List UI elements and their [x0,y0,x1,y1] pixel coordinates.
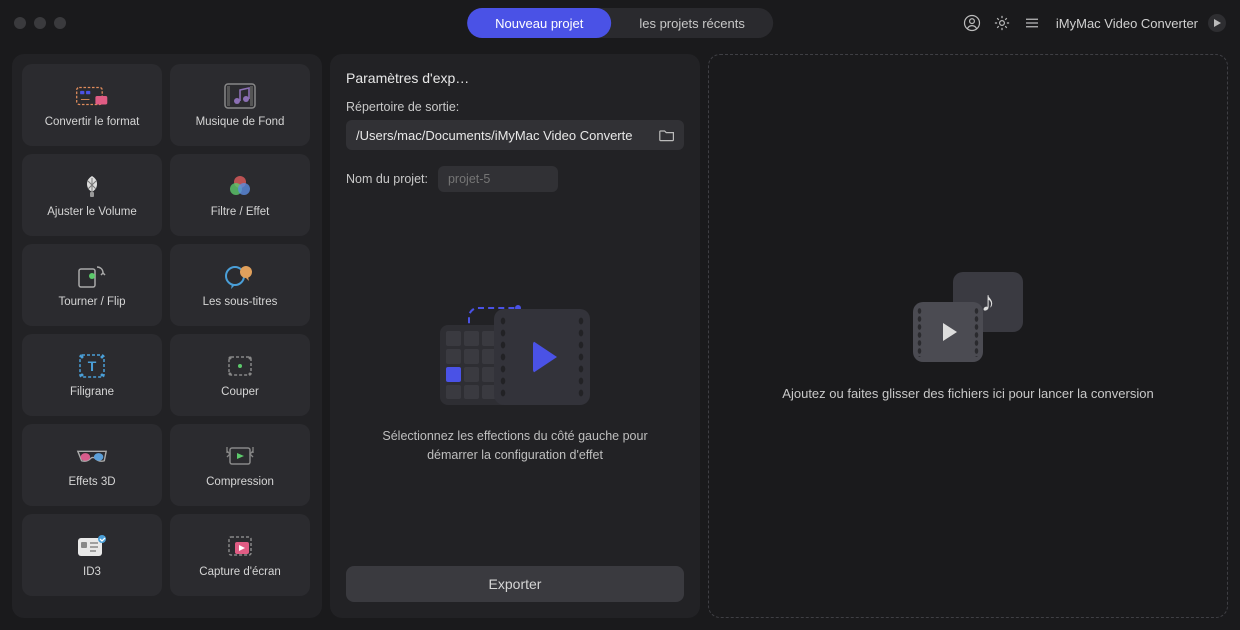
tool-id3[interactable]: ID3 [22,514,162,596]
compression-icon [223,442,257,470]
tool-label: Compression [206,476,274,488]
window-controls [14,17,66,29]
tool-label: Filigrane [70,386,114,398]
music-note-icon: ♪ [981,286,995,318]
output-dir-field[interactable]: /Users/mac/Documents/iMyMac Video Conver… [346,120,684,150]
dropzone-illustration: ♪ [913,272,1023,362]
close-dot[interactable] [14,17,26,29]
project-name-label: Nom du projet: [346,172,428,186]
convert-format-icon [75,82,109,110]
section-title: Paramètres d'exp… [346,70,684,86]
screenshot-icon [223,532,257,560]
play-icon [533,341,557,373]
project-tabs: Nouveau projet les projets récents [467,8,773,38]
output-dir-value: /Users/mac/Documents/iMyMac Video Conver… [356,128,656,143]
menu-icon[interactable] [1022,13,1042,33]
tool-adjust-volume[interactable]: Ajuster le Volume [22,154,162,236]
tool-3d-effects[interactable]: Effets 3D [22,424,162,506]
account-icon[interactable] [962,13,982,33]
tool-label: Effets 3D [68,476,115,488]
tool-label: ID3 [83,566,101,578]
tool-background-music[interactable]: Musique de Fond [170,64,310,146]
tool-label: Ajuster le Volume [47,206,137,218]
tool-label: Couper [221,386,259,398]
tools-sidebar: Convertir le format Musique de Fond Ajus… [12,54,322,618]
output-dir-label: Répertoire de sortie: [346,100,684,114]
project-name-input[interactable] [438,166,558,192]
tool-label: Musique de Fond [196,116,285,128]
gear-icon[interactable] [992,13,1012,33]
watermark-icon: T [75,352,109,380]
tool-label: Convertir le format [45,116,140,128]
export-params-panel: Paramètres d'exp… Répertoire de sortie: … [330,54,700,618]
svg-text:T: T [88,358,97,374]
filter-icon [223,172,257,200]
rotate-icon [75,262,109,290]
app-logo-icon [1208,14,1226,32]
minimize-dot[interactable] [34,17,46,29]
tool-compression[interactable]: Compression [170,424,310,506]
tool-convert-format[interactable]: Convertir le format [22,64,162,146]
tool-label: Tourner / Flip [58,296,125,308]
music-icon [223,82,257,110]
file-dropzone[interactable]: ♪ Ajoutez ou faites glisser des fichiers… [708,54,1228,618]
tool-rotate-flip[interactable]: Tourner / Flip [22,244,162,326]
dropzone-hint: Ajoutez ou faites glisser des fichiers i… [752,386,1183,401]
titlebar: Nouveau projet les projets récents iMyMa… [0,0,1240,46]
app-title: iMyMac Video Converter [1056,16,1198,31]
volume-icon [75,172,109,200]
play-icon [943,323,957,341]
tool-label: Les sous-titres [203,296,278,308]
tool-screenshot[interactable]: Capture d'écran [170,514,310,596]
tab-recent-projects[interactable]: les projets récents [611,8,773,38]
subtitles-icon [223,262,257,290]
effect-config-illustration [440,303,590,413]
browse-folder-icon[interactable] [656,124,678,146]
tool-watermark[interactable]: T Filigrane [22,334,162,416]
id3-icon [75,532,109,560]
maximize-dot[interactable] [54,17,66,29]
tool-subtitles[interactable]: Les sous-titres [170,244,310,326]
tool-label: Filtre / Effet [211,206,270,218]
export-button[interactable]: Exporter [346,566,684,602]
tool-filter-effect[interactable]: Filtre / Effet [170,154,310,236]
tab-new-project[interactable]: Nouveau projet [467,8,611,38]
cut-icon [223,352,257,380]
3d-glasses-icon [75,442,109,470]
effect-config-hint: Sélectionnez les effections du côté gauc… [365,427,665,465]
tool-label: Capture d'écran [199,566,280,578]
tool-cut[interactable]: Couper [170,334,310,416]
